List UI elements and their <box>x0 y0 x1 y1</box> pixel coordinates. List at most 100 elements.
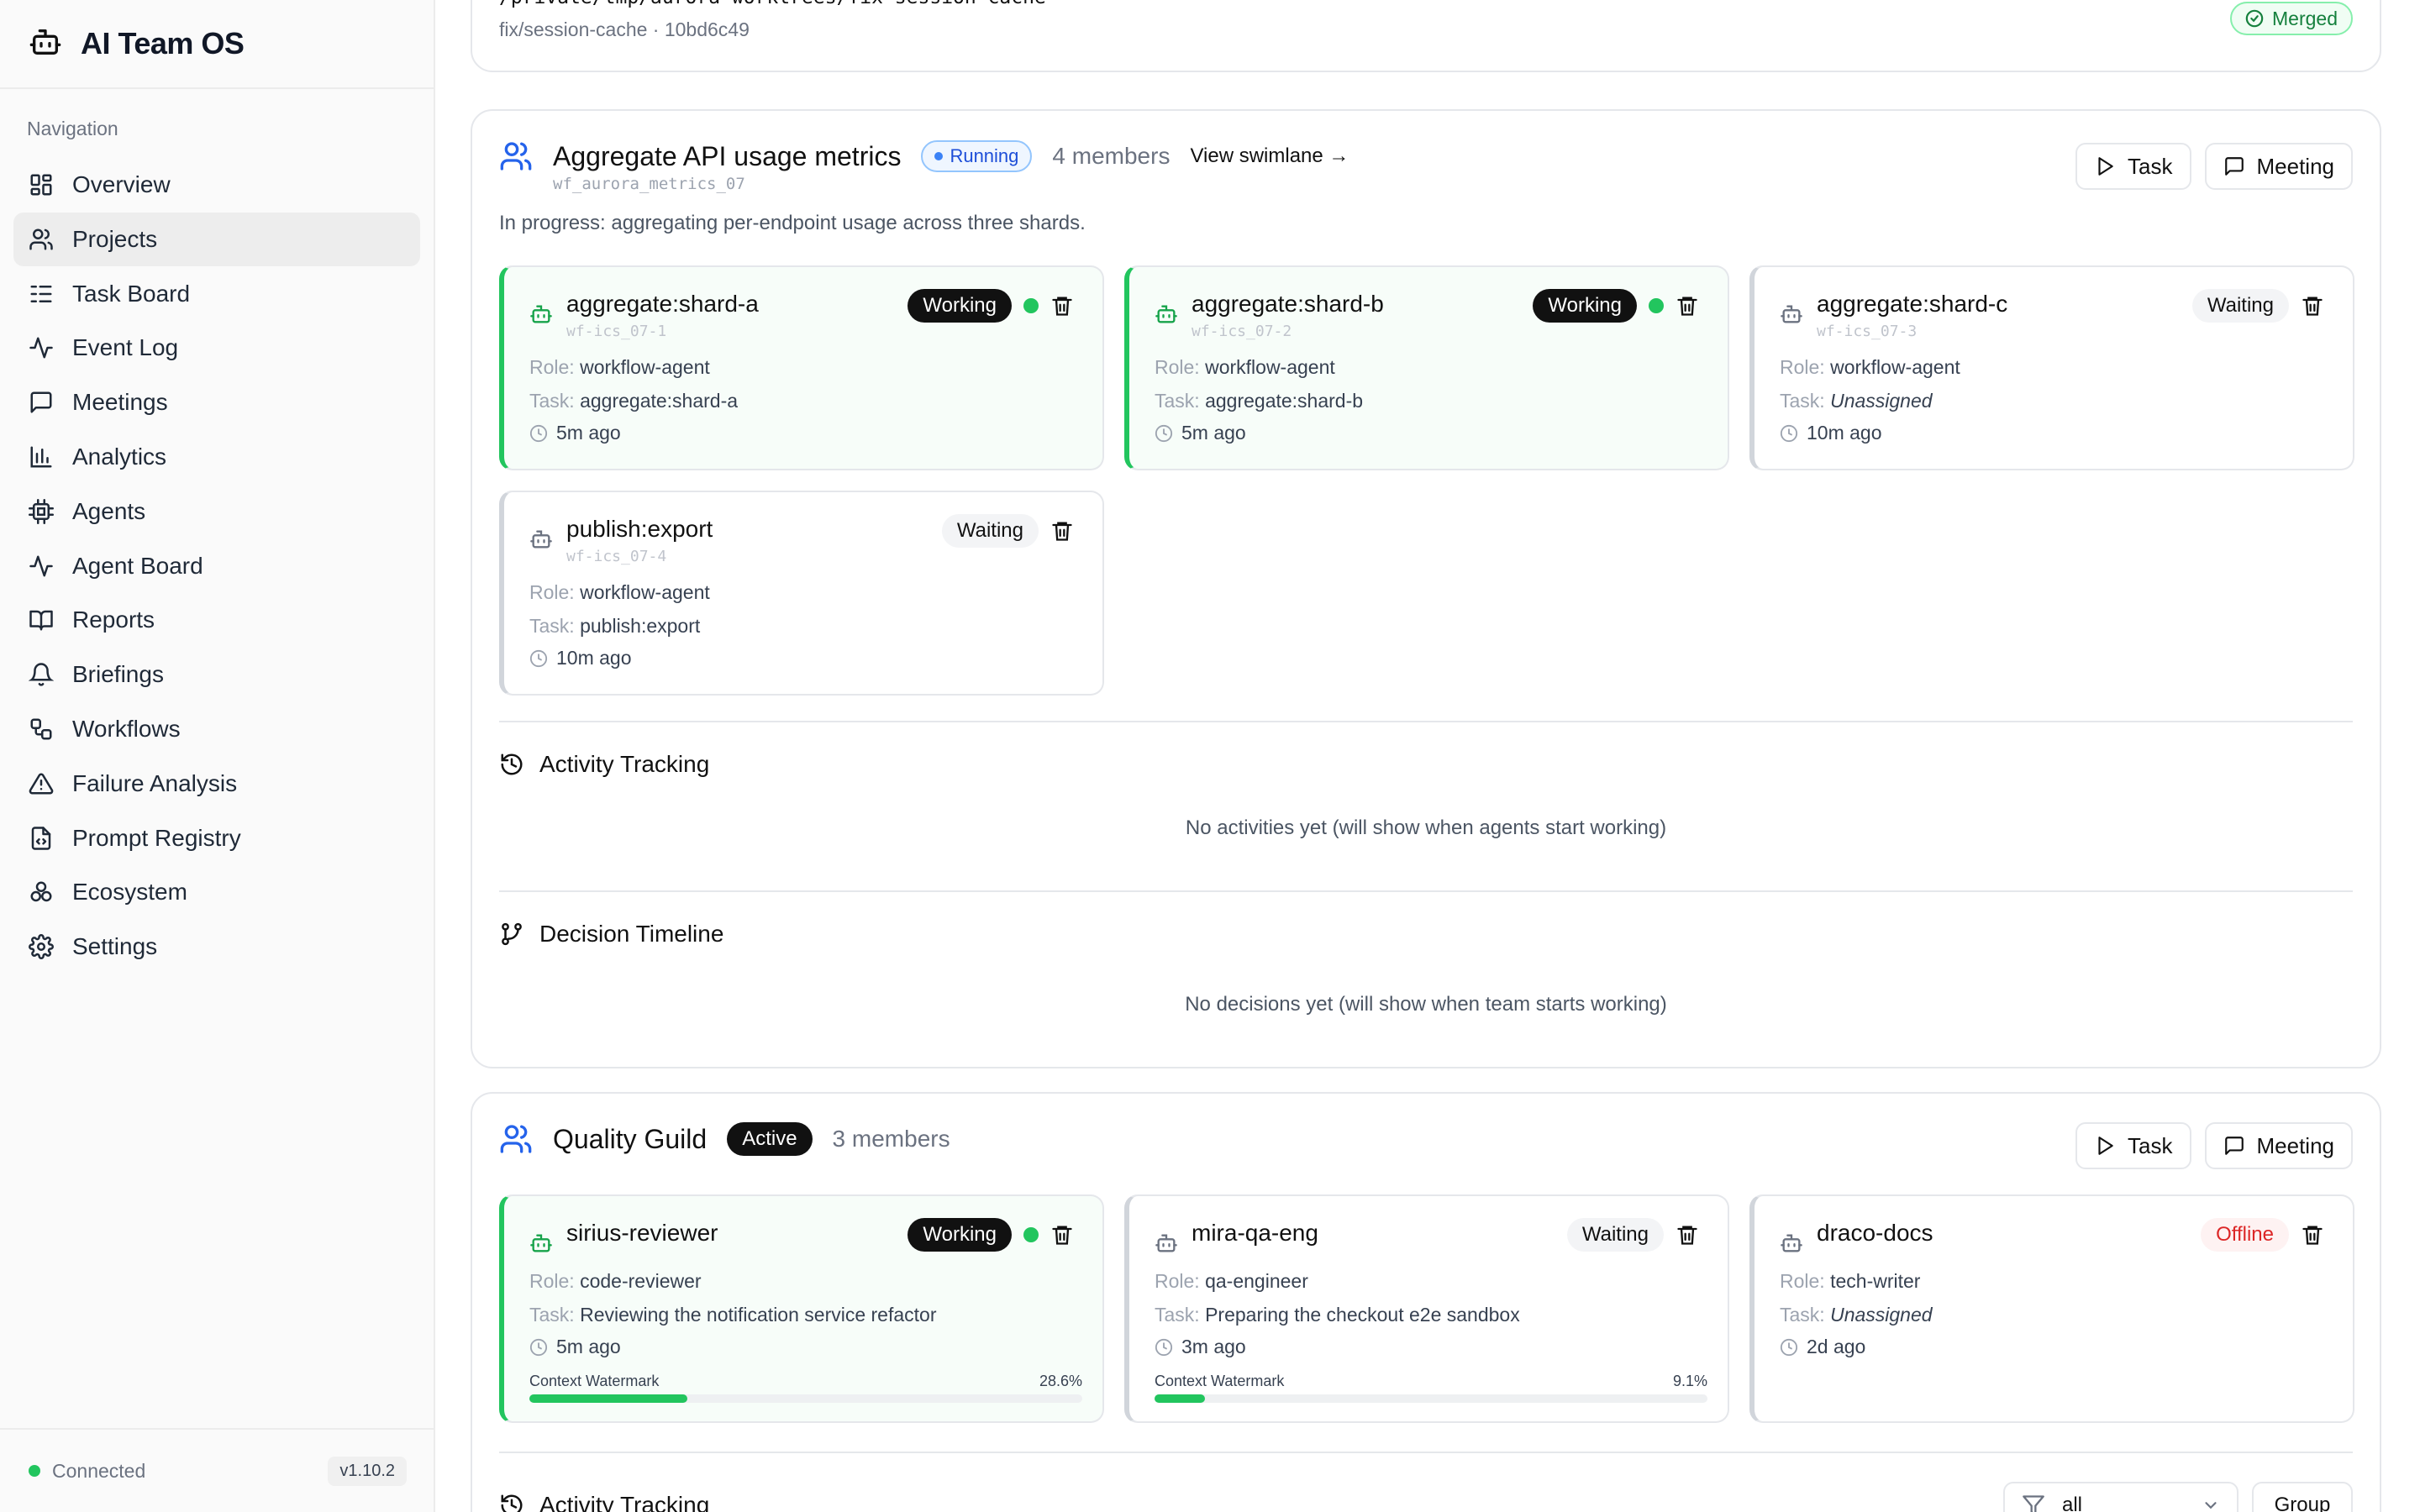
worktree-path: /private/tmp/aurora-worktrees/fix-sessio… <box>499 0 1046 8</box>
bar-chart-icon <box>30 446 52 468</box>
trash-icon[interactable] <box>1676 1223 1699 1247</box>
task-value: aggregate:shard-a <box>580 390 739 412</box>
bot-icon <box>530 1234 552 1252</box>
activity-filter-select[interactable]: all <box>2003 1482 2238 1512</box>
role-label: Role: <box>1780 1270 1825 1292</box>
trash-icon[interactable] <box>2301 294 2324 318</box>
sidebar-item-failure-analysis[interactable]: Failure Analysis <box>13 757 420 811</box>
divider <box>499 890 2353 892</box>
merged-label: Merged <box>2272 7 2338 29</box>
trash-icon[interactable] <box>1050 1223 1074 1247</box>
agent-card[interactable]: sirius-reviewer Working Role: code-revie… <box>499 1194 1104 1423</box>
agent-card[interactable]: draco-docs Offline Role: tech-writer Tas… <box>1749 1194 2354 1423</box>
trash-icon[interactable] <box>1676 294 1699 318</box>
bot-icon <box>1781 305 1802 323</box>
sidebar-item-briefings[interactable]: Briefings <box>13 648 420 701</box>
agent-card[interactable]: aggregate:shard-b wf-ics_07-2 Working Ro… <box>1124 265 1729 470</box>
trash-icon[interactable] <box>1050 519 1074 543</box>
clock-icon <box>529 649 548 667</box>
message-square-icon <box>2224 157 2244 176</box>
task-value: publish:export <box>580 615 701 637</box>
nav-heading: Navigation <box>27 118 118 139</box>
team-card-aggregate: Aggregate API usage metrics Running 4 me… <box>471 109 2381 1068</box>
divider <box>499 721 2353 722</box>
sidebar-item-meetings[interactable]: Meetings <box>13 375 420 429</box>
role-label: Role: <box>1155 356 1200 378</box>
agent-card[interactable]: aggregate:shard-c wf-ics_07-3 Waiting Ro… <box>1749 265 2354 470</box>
sidebar-item-reports[interactable]: Reports <box>13 593 420 647</box>
play-icon <box>2098 157 2113 176</box>
users-icon <box>29 228 53 250</box>
connection-status: Connected <box>29 1460 145 1483</box>
trash-icon[interactable] <box>2301 1223 2324 1247</box>
agent-card[interactable]: mira-qa-eng Waiting Role: qa-engineer Ta… <box>1124 1194 1729 1423</box>
sidebar-item-label: Prompt Registry <box>72 824 241 851</box>
sidebar-item-projects[interactable]: Projects <box>13 212 420 266</box>
sidebar-item-overview[interactable]: Overview <box>13 158 420 212</box>
group-button[interactable]: Group <box>2252 1482 2353 1512</box>
clock-icon <box>529 424 548 442</box>
sidebar-item-event-log[interactable]: Event Log <box>13 321 420 375</box>
task-value: Unassigned <box>1830 390 1933 412</box>
agent-card[interactable]: aggregate:shard-a wf-ics_07-1 Working Ro… <box>499 265 1104 470</box>
role-value: workflow-agent <box>580 356 710 378</box>
users-icon <box>500 1125 532 1153</box>
agent-card[interactable]: publish:export wf-ics_07-4 Waiting Role:… <box>499 491 1104 696</box>
status-badge: Working <box>1533 289 1637 323</box>
role-label: Role: <box>1780 356 1825 378</box>
time-value: 10m ago <box>556 647 632 669</box>
status-label: Running <box>950 145 1019 166</box>
history-icon <box>501 1494 523 1512</box>
status-badge: Working <box>908 289 1012 323</box>
agent-task: Task: Preparing the checkout e2e sandbox <box>1155 1304 1520 1326</box>
view-swimlane-link[interactable]: View swimlane → <box>1190 144 1349 168</box>
task-button-label: Task <box>2128 153 2173 179</box>
meeting-button[interactable]: Meeting <box>2204 143 2353 190</box>
sidebar-item-agents[interactable]: Agents <box>13 485 420 538</box>
agent-status: Working <box>908 289 1074 323</box>
time-value: 3m ago <box>1181 1336 1246 1357</box>
task-label: Task: <box>1780 1304 1825 1326</box>
activity-icon <box>29 337 53 359</box>
workflow-id: wf_aurora_metrics_07 <box>553 175 745 193</box>
trash-icon[interactable] <box>1050 294 1074 318</box>
role-value: tech-writer <box>1830 1270 1921 1292</box>
status-badge: Waiting <box>941 514 1039 548</box>
task-label: Task: <box>1780 390 1825 412</box>
agent-status: Working <box>908 1218 1074 1252</box>
sidebar-item-analytics[interactable]: Analytics <box>13 430 420 484</box>
sidebar-item-agent-board[interactable]: Agent Board <box>13 539 420 593</box>
sidebar-item-ecosystem[interactable]: Ecosystem <box>13 865 420 919</box>
team-title: Quality Guild <box>553 1123 708 1154</box>
section-title-label: Activity Tracking <box>539 751 710 777</box>
member-count: 4 members <box>1052 143 1171 169</box>
sidebar-item-label: Workflows <box>72 715 181 742</box>
book-open-icon <box>29 611 53 631</box>
meeting-button[interactable]: Meeting <box>2204 1122 2353 1169</box>
status-badge: Waiting <box>2191 289 2289 323</box>
time-value: 5m ago <box>556 422 621 444</box>
agent-status: Working <box>1533 289 1699 323</box>
agent-status: Waiting <box>941 514 1074 548</box>
brand[interactable]: AI Team OS <box>0 0 434 89</box>
task-button[interactable]: Task <box>2075 1122 2191 1169</box>
sidebar-item-task-board[interactable]: Task Board <box>13 267 420 321</box>
watermark-percent: 9.1% <box>1672 1373 1707 1389</box>
clock-icon <box>1780 424 1798 442</box>
filter-value: all <box>2062 1494 2083 1512</box>
agent-time: 2d ago <box>1780 1336 1865 1358</box>
sidebar-item-settings[interactable]: Settings <box>13 920 420 974</box>
sidebar-item-workflows[interactable]: Workflows <box>13 702 420 756</box>
online-dot-icon <box>1023 298 1039 313</box>
sidebar-item-label: Analytics <box>72 443 167 470</box>
agent-time: 5m ago <box>1155 422 1246 444</box>
decision-timeline-title: Decision Timeline <box>499 921 723 948</box>
meeting-button-label: Meeting <box>2256 1132 2335 1158</box>
sidebar-item-label: Agent Board <box>72 552 203 579</box>
sidebar-item-prompt-registry[interactable]: Prompt Registry <box>13 811 420 865</box>
agent-name: publish:export <box>566 516 713 542</box>
connection-label: Connected <box>52 1459 146 1482</box>
watermark-label: Context Watermark <box>1155 1373 1285 1389</box>
task-button[interactable]: Task <box>2075 143 2191 190</box>
sidebar-item-label: Reports <box>72 606 155 633</box>
